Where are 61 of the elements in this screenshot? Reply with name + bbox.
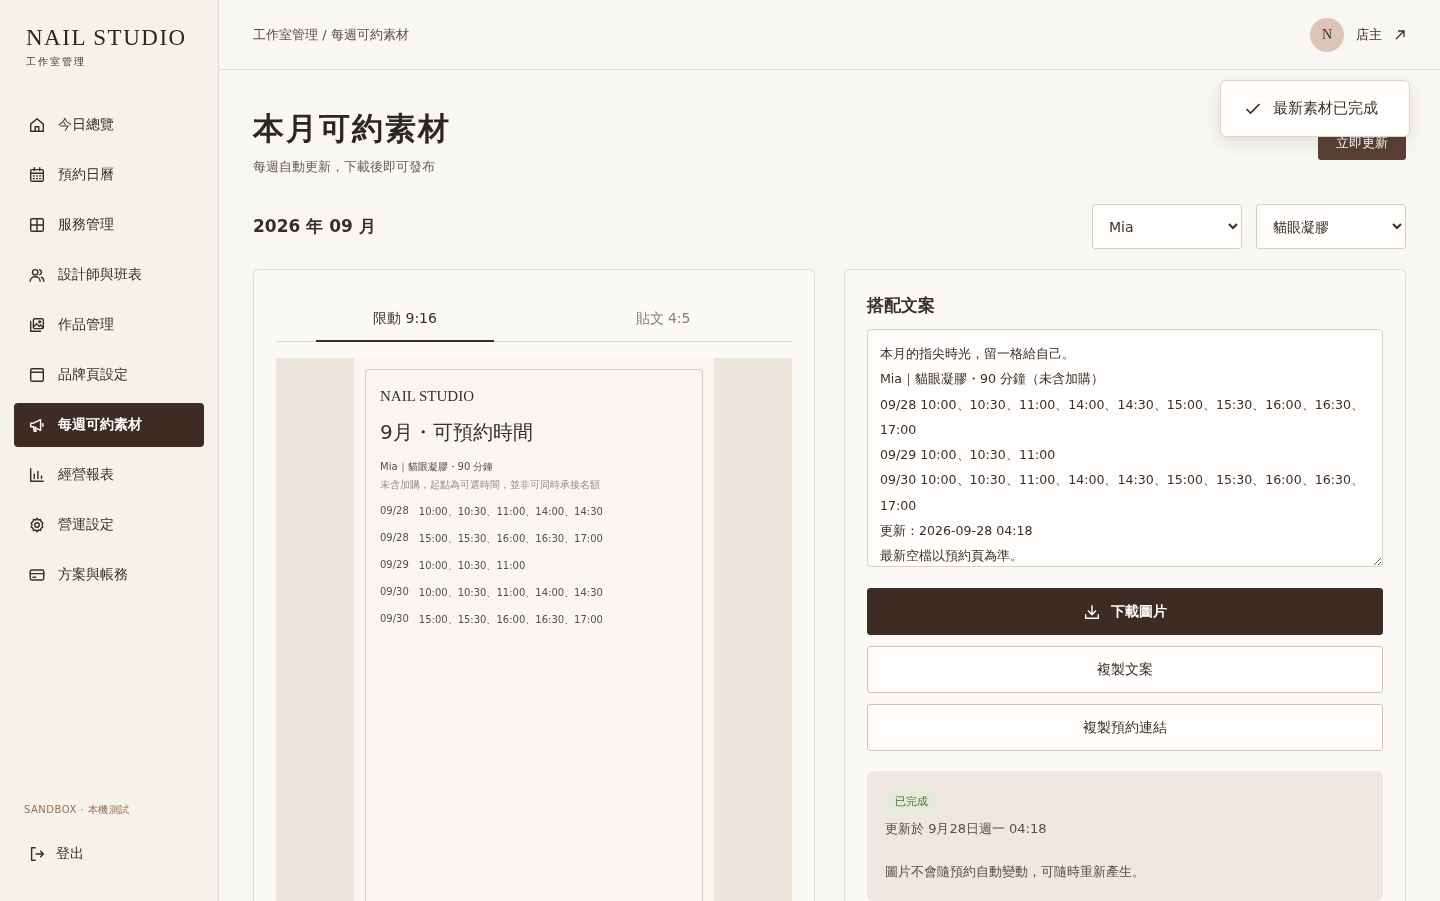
panel-title: 搭配文案 (867, 294, 935, 317)
slot-times: 10:00、10:30、11:00 (418, 559, 526, 573)
slot-times: 15:00、15:30、16:00、16:30、17:00 (418, 613, 603, 627)
grid-icon (28, 216, 46, 234)
home-icon (28, 116, 46, 134)
sidebar-item[interactable]: 品牌頁設定 (14, 353, 204, 397)
preview-service: Mia｜貓眼凝膠・90 分鐘 (380, 460, 494, 474)
sidebar-item[interactable]: 設計師與班表 (14, 253, 204, 297)
filter-dropdown[interactable]: 貓眼凝膠 (1256, 204, 1406, 249)
slot-times: 15:00、15:30、16:00、16:30、17:00 (418, 532, 603, 546)
sidebar-item[interactable]: 今日總覽 (14, 103, 204, 147)
toast-notification: 最新素材已完成 (1220, 80, 1410, 137)
gallery-icon (28, 316, 46, 334)
format-tab[interactable]: 貼文 4:5 (574, 310, 752, 341)
slot-times: 10:00、10:30、11:00、14:00、14:30 (418, 505, 603, 519)
environment-label: SANDBOX · 本機測試 (24, 803, 130, 817)
preview-note: 未含加購，起點為可選時間，並非可同時承接名額 (380, 478, 600, 492)
megaphone-icon (28, 416, 46, 434)
breadcrumb: 工作室管理 / 每週可約素材 (253, 25, 410, 44)
download-icon (1083, 602, 1101, 621)
slot-date: 09/28 (380, 532, 409, 545)
slot-date: 09/30 (380, 613, 409, 626)
logout-icon (28, 845, 46, 863)
bar-chart-icon (28, 466, 46, 484)
status-badge: 已完成 (885, 789, 938, 814)
sidebar-item[interactable]: 方案與帳務 (14, 553, 204, 597)
calendar-icon (28, 166, 46, 184)
browser-icon (28, 366, 46, 384)
page-title: 本月可約素材 (253, 109, 451, 148)
copy-button[interactable]: 複製預約連結 (867, 704, 1383, 751)
user-avatar[interactable]: N (1310, 17, 1344, 52)
sidebar-item[interactable]: 服務管理 (14, 203, 204, 247)
slot-date: 09/29 (380, 559, 409, 572)
sidebar-item[interactable]: 作品管理 (14, 303, 204, 347)
preview-brand: NAIL STUDIO (380, 388, 474, 405)
sidebar-item[interactable]: 經營報表 (14, 453, 204, 497)
external-link-icon[interactable] (1394, 28, 1406, 41)
sidebar-item[interactable]: 每週可約素材 (14, 403, 204, 447)
user-name: 店主 (1356, 25, 1382, 44)
brand-logo: NAIL STUDIO (26, 26, 187, 49)
preview-title: 9月・可預約時間 (380, 419, 533, 446)
sidebar-item[interactable]: 預約日曆 (14, 153, 204, 197)
download-button[interactable]: 下載圖片 (867, 588, 1383, 635)
logout-link[interactable]: 登出 (28, 845, 84, 863)
page-subtitle: 每週自動更新，下載後即可發布 (253, 158, 435, 176)
info-text: 圖片不會隨預約自動變動，可隨時重新產生。 (885, 863, 1145, 881)
slot-date: 09/28 (380, 505, 409, 518)
slot-times: 10:00、10:30、11:00、14:00、14:30 (418, 586, 603, 600)
filter-dropdown[interactable]: Mia (1092, 204, 1242, 249)
format-tab[interactable]: 限動 9:16 (316, 310, 494, 342)
updated-text: 更新於 9月28日週一 04:18 (885, 820, 1047, 838)
slot-date: 09/30 (380, 586, 409, 599)
check-icon (1245, 102, 1261, 115)
caption-field[interactable]: 本月的指尖時光，留一格給自己。 Mia｜貓眼凝膠・90 分鐘（未含加購） 09/28 10:00、10:30、11:00、14:00、14:30、15:00、15:30、16:00、16:30、17:00 09/29 10:00、10:30、11:00 09/30 10:00、10:30、11:00、14:00、14:30、15:00、15:30、16:00、16:30、17:00 更新：2026-09-28 04:18 最新空檔以預約頁為準。 (867, 329, 1383, 567)
credit-card-icon (28, 566, 46, 584)
month-label: 2026 年 09 月 (253, 215, 377, 238)
people-icon (28, 266, 46, 284)
brand-subtitle: 工作室管理 (26, 55, 86, 69)
copy-button[interactable]: 複製文案 (867, 646, 1383, 693)
sidebar-item[interactable]: 營運設定 (14, 503, 204, 547)
settings-icon (28, 516, 46, 534)
